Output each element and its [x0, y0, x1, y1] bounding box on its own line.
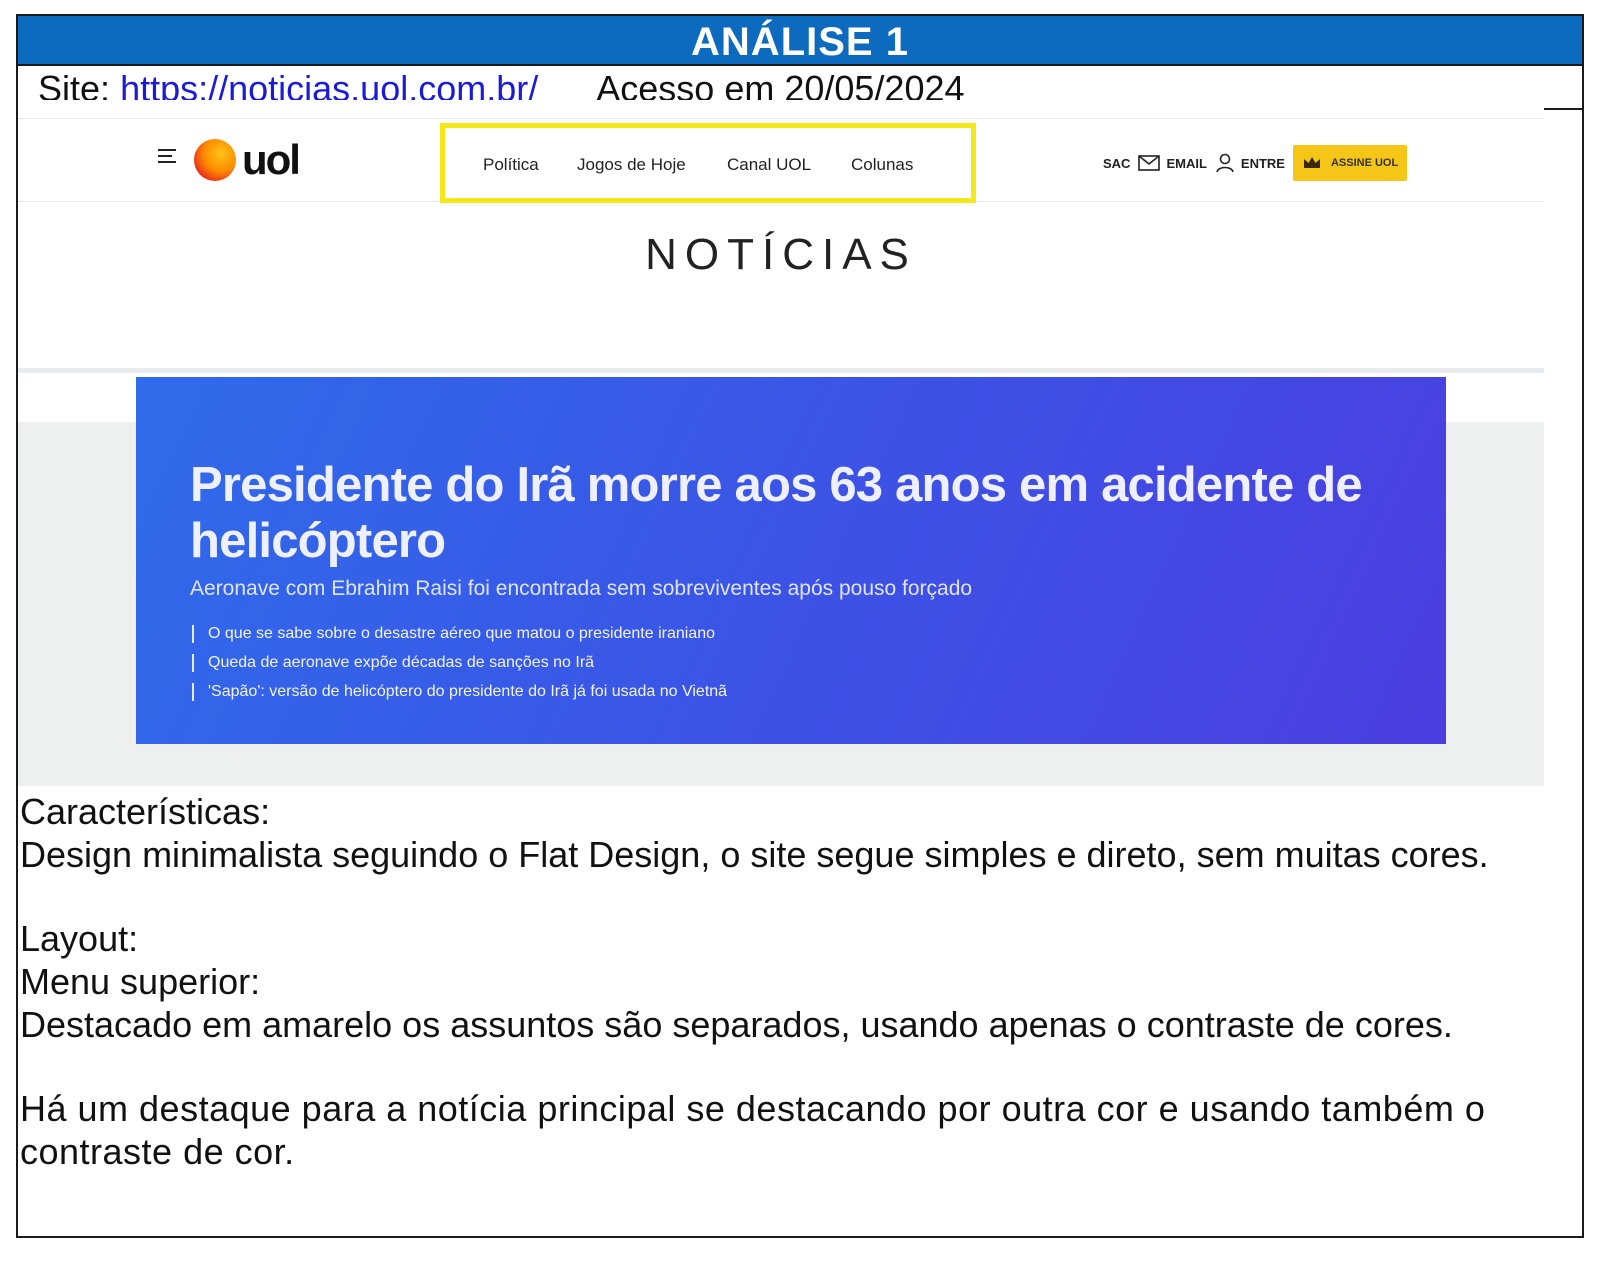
- hero-related-link[interactable]: O que se sabe sobre o desastre aéreo que…: [190, 625, 727, 654]
- analysis-notes: Características: Design minimalista segu…: [20, 790, 1550, 1173]
- header-tools: SAC EMAIL ENTRE ASSINE UOL: [1103, 145, 1407, 181]
- uol-logo-text: uol: [242, 136, 301, 183]
- user-icon: [1216, 153, 1234, 173]
- analysis-title: ANÁLISE 1: [18, 16, 1582, 66]
- nav-item-politica[interactable]: Política: [483, 155, 539, 175]
- menu-icon[interactable]: [158, 149, 178, 165]
- hero-related-link[interactable]: Queda de aeronave expõe décadas de sançõ…: [190, 654, 727, 683]
- hero-title[interactable]: Presidente do Irã morre aos 63 anos em a…: [190, 457, 1420, 569]
- login-link[interactable]: ENTRE: [1241, 156, 1285, 171]
- nav-item-colunas[interactable]: Colunas: [851, 155, 913, 175]
- menu-label: Menu superior:: [20, 961, 261, 1002]
- characteristics-label: Características:: [20, 791, 271, 832]
- crown-icon: [1303, 157, 1320, 168]
- uol-header: uol Política Jogos de Hoje Canal UOL Col…: [18, 118, 1544, 203]
- layout-label: Layout:: [20, 918, 139, 959]
- hero-related-link[interactable]: 'Sapão': versão de helicóptero do presid…: [190, 683, 727, 712]
- hero-banner[interactable]: Presidente do Irã morre aos 63 anos em a…: [136, 377, 1446, 744]
- menu-text: Destacado em amarelo os assuntos são sep…: [20, 1004, 1453, 1045]
- nav-highlight: Política Jogos de Hoje Canal UOL Colunas: [440, 123, 976, 203]
- sac-link[interactable]: SAC: [1103, 156, 1130, 171]
- characteristics-text: Design minimalista seguindo o Flat Desig…: [20, 834, 1489, 875]
- email-link[interactable]: EMAIL: [1166, 156, 1206, 171]
- highlight-text: Há um destaque para a notícia principal …: [20, 1088, 1486, 1172]
- hero-related-links: O que se sabe sobre o desastre aéreo que…: [190, 625, 727, 712]
- section-title: NOTÍCIAS: [645, 230, 917, 279]
- nav-item-jogos-de-hoje[interactable]: Jogos de Hoje: [577, 155, 686, 175]
- mail-icon: [1138, 155, 1161, 171]
- section-divider: [18, 368, 1544, 373]
- hero-subtitle: Aeronave com Ebrahim Raisi foi encontrad…: [190, 577, 973, 600]
- uol-ball-icon: [194, 139, 236, 181]
- subscribe-label: ASSINE UOL: [1330, 157, 1399, 169]
- subscribe-button[interactable]: ASSINE UOL: [1292, 145, 1407, 181]
- nav-item-canal-uol[interactable]: Canal UOL: [727, 155, 811, 175]
- uol-logo[interactable]: uol: [194, 136, 301, 183]
- site-screenshot: uol Política Jogos de Hoje Canal UOL Col…: [18, 100, 1544, 786]
